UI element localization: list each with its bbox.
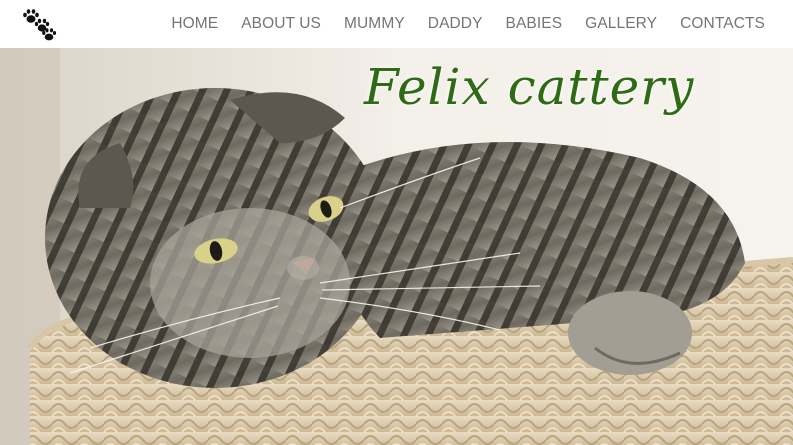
- nav-daddy[interactable]: DADDY: [428, 15, 483, 33]
- nav-babies[interactable]: BABIES: [506, 15, 563, 33]
- nav-home[interactable]: HOME: [171, 15, 218, 33]
- hero-title: Felix cattery: [364, 58, 695, 116]
- nav-contacts[interactable]: CONTACTS: [680, 15, 765, 33]
- nav-about-us[interactable]: ABOUT US: [241, 15, 321, 33]
- hero-banner: Felix cattery: [0, 48, 793, 445]
- paw-prints-icon[interactable]: [20, 6, 60, 42]
- nav-gallery[interactable]: GALLERY: [585, 15, 657, 33]
- main-nav: HOME ABOUT US MUMMY DADDY BABIES GALLERY…: [171, 0, 765, 48]
- site-header: HOME ABOUT US MUMMY DADDY BABIES GALLERY…: [0, 0, 793, 48]
- nav-mummy[interactable]: MUMMY: [344, 15, 405, 33]
